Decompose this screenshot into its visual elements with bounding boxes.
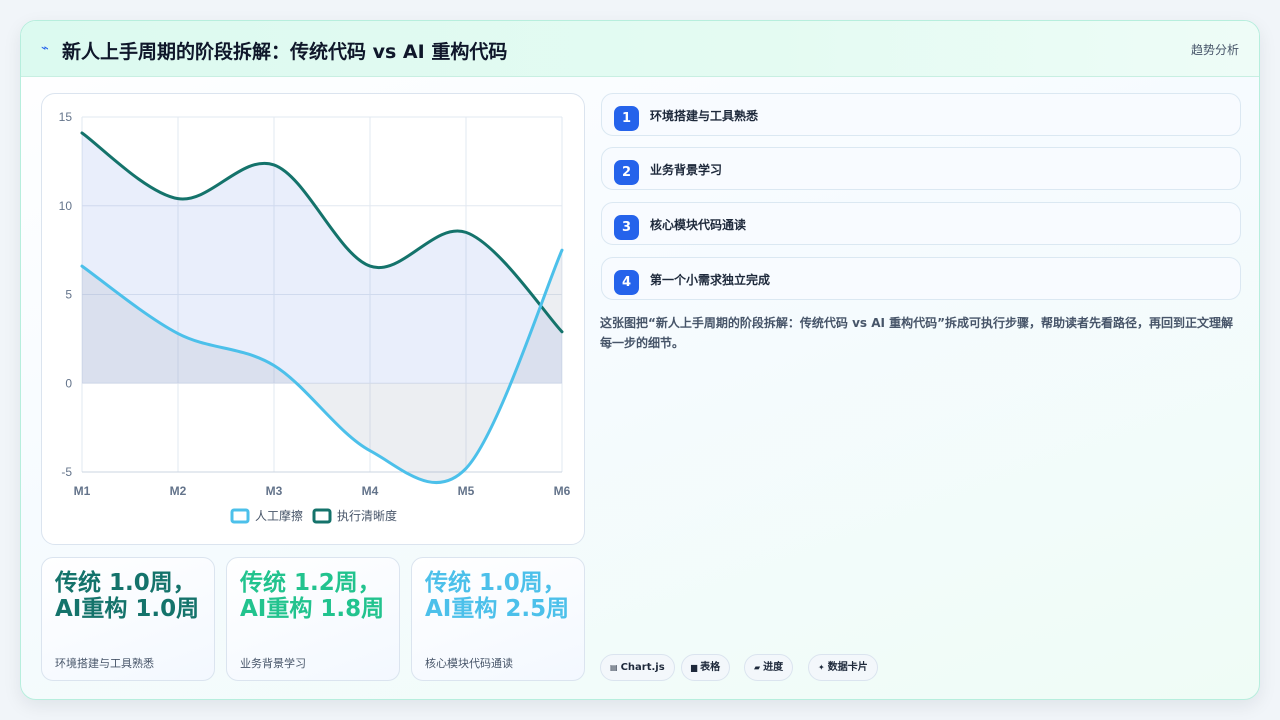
- step-number: 3: [614, 215, 639, 240]
- chart-icon: ▤: [610, 663, 618, 672]
- progress-icon: ▰: [754, 663, 761, 672]
- legend-swatch-1: [230, 508, 250, 524]
- pill-chartjs[interactable]: ▤ Chart.js: [600, 654, 675, 681]
- stat-label: 环境搭建与工具熟悉: [55, 657, 154, 670]
- stat-value: 传统 1.0周，AI重构 1.0周: [55, 570, 200, 622]
- chart-description: 这张图把“新人上手周期的阶段拆解：传统代码 vs AI 重构代码”拆成可执行步骤…: [600, 316, 1234, 350]
- step-number: 1: [614, 106, 639, 131]
- step-label: 第一个小需求独立完成: [650, 273, 771, 287]
- step-item-4[interactable]: 4 第一个小需求独立完成: [601, 257, 1241, 300]
- stat-card-3: 传统 1.0周，AI重构 2.5周 核心模块代码通读: [411, 557, 585, 681]
- step-item-3[interactable]: 3 核心模块代码通读: [601, 202, 1241, 245]
- step-label: 核心模块代码通读: [650, 218, 747, 232]
- y-tick-label: 0: [65, 376, 72, 390]
- step-label: 环境搭建与工具熟悉: [650, 109, 759, 123]
- x-tick-label: M5: [458, 484, 475, 498]
- pill-table[interactable]: ▆ 表格: [681, 654, 731, 681]
- x-tick-label: M1: [74, 484, 91, 498]
- pill-label: Chart.js: [620, 662, 665, 673]
- page-title: 新人上手周期的阶段拆解：传统代码 vs AI 重构代码: [62, 41, 508, 63]
- card-header: ⌁ 新人上手周期的阶段拆解：传统代码 vs AI 重构代码 趋势分析: [21, 21, 1259, 77]
- zap-icon: ⌁: [41, 41, 49, 56]
- y-tick-label: 5: [65, 288, 72, 302]
- pill-label: 数据卡片: [827, 662, 868, 673]
- stat-label: 核心模块代码通读: [425, 657, 513, 670]
- pill-data-card[interactable]: ✦ 数据卡片: [808, 654, 878, 681]
- stat-card-2: 传统 1.2周，AI重构 1.8周 业务背景学习: [226, 557, 400, 681]
- x-tick-label: M6: [554, 484, 571, 498]
- y-tick-label: 15: [59, 110, 73, 124]
- x-tick-label: M4: [362, 484, 379, 498]
- trend-analysis-tag: 趋势分析: [1190, 43, 1239, 57]
- step-item-1[interactable]: 1 环境搭建与工具熟悉: [601, 93, 1241, 136]
- y-tick-label: -5: [61, 465, 72, 479]
- x-tick-label: M2: [170, 484, 187, 498]
- stat-value: 传统 1.0周，AI重构 2.5周: [425, 570, 570, 622]
- pill-label: 进度: [763, 662, 784, 673]
- x-tick-label: M3: [266, 484, 283, 498]
- step-item-2[interactable]: 2 业务背景学习: [601, 147, 1241, 190]
- step-number: 4: [614, 270, 639, 295]
- step-label: 业务背景学习: [650, 163, 723, 177]
- legend-label: 人工摩擦: [255, 508, 303, 523]
- dashboard-card: ⌁ 新人上手周期的阶段拆解：传统代码 vs AI 重构代码 趋势分析 -5 0 5 1…: [20, 20, 1260, 700]
- area-chart: -5 0 5 10 15 M1 M2 M3 M4 M5 M6 人工摩擦 执行清晰度: [59, 110, 571, 524]
- legend-label: 执行清晰度: [337, 508, 397, 523]
- y-tick-label: 10: [59, 199, 73, 213]
- stat-value: 传统 1.2周，AI重构 1.8周: [240, 570, 385, 622]
- stat-label: 业务背景学习: [240, 657, 306, 670]
- legend-swatch-2: [312, 508, 332, 524]
- sparkle-icon: ✦: [818, 663, 825, 672]
- chart-panel: -5 0 5 10 15 M1 M2 M3 M4 M5 M6 人工摩擦 执行清晰度: [41, 93, 585, 545]
- pill-label: 表格: [700, 662, 721, 673]
- step-number: 2: [614, 160, 639, 185]
- table-icon: ▆: [691, 663, 698, 672]
- pill-progress[interactable]: ▰ 进度: [744, 654, 794, 681]
- stat-card-1: 传统 1.0周，AI重构 1.0周 环境搭建与工具熟悉: [41, 557, 215, 681]
